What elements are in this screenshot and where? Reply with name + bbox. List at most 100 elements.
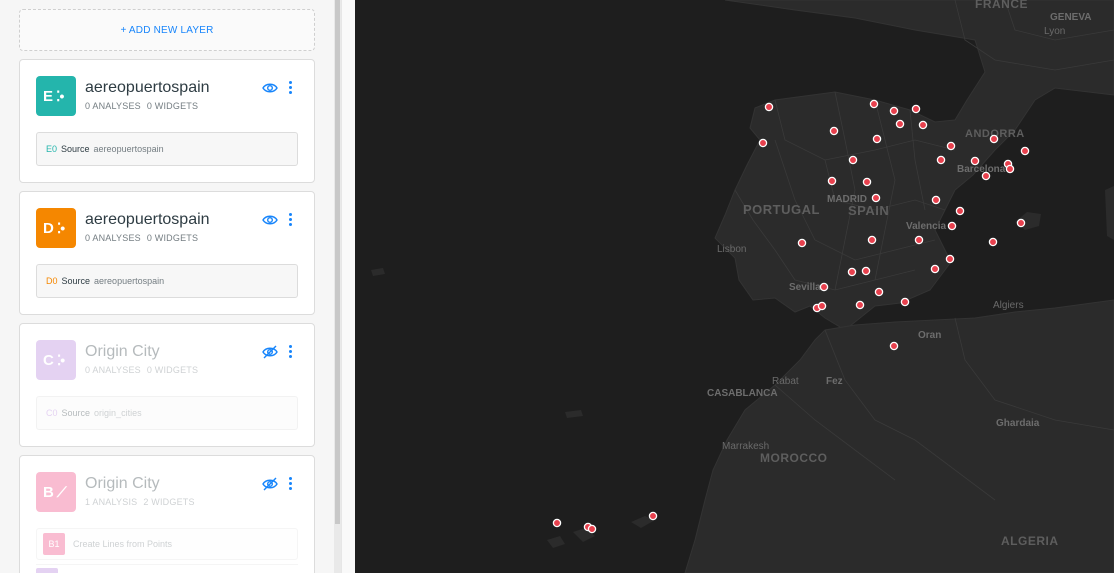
land-europe xyxy=(714,0,1114,331)
airport-point[interactable] xyxy=(946,141,956,151)
node-id: E0 xyxy=(46,144,58,154)
airport-point[interactable] xyxy=(914,235,924,245)
point-layer-icon: ⁚• xyxy=(56,87,64,104)
layer-options-icon[interactable] xyxy=(286,476,294,492)
layer-options-icon[interactable] xyxy=(286,80,294,96)
eye-icon[interactable] xyxy=(262,81,278,95)
airport-point[interactable] xyxy=(872,134,882,144)
layer-badge: D ⁚• xyxy=(36,208,76,248)
map-label-fez: Fez xyxy=(826,376,843,387)
map-label-france: FRANCE xyxy=(975,0,1028,11)
airport-point[interactable] xyxy=(930,264,940,274)
source-name: origin_cities xyxy=(94,408,142,418)
airport-point[interactable] xyxy=(988,237,998,247)
layer-card-d[interactable]: D ⁚• aereopuertospain 0 ANALYSES 0 WIDGET… xyxy=(19,191,315,315)
map-label-barcelona: Barcelona xyxy=(957,164,1006,175)
layer-badge: E ⁚• xyxy=(36,76,76,116)
airport-point[interactable] xyxy=(758,138,768,148)
analysis-node[interactable]: B1 Create Lines from Points xyxy=(36,528,298,560)
airport-point[interactable] xyxy=(1016,218,1026,228)
basemap: FRANCE GENEVA Lyon ANDORRA Barcelona POR… xyxy=(371,0,1114,573)
source-name: aereopuertospain xyxy=(94,276,165,286)
widgets-count: 2 WIDGETS xyxy=(143,497,195,507)
layer-card-b[interactable]: B ⟋ Origin City 1 ANALYSIS 2 WIDGETS B1 C… xyxy=(19,455,315,573)
map-label-valencia: Valencia xyxy=(906,221,946,232)
panel-divider[interactable] xyxy=(341,0,355,573)
airport-point[interactable] xyxy=(889,341,899,351)
analysis-label: Create Lines from Points xyxy=(73,539,173,549)
widgets-count: 0 WIDGETS xyxy=(146,365,199,375)
airport-point[interactable] xyxy=(867,235,877,245)
analyses-count: 0 ANALYSES xyxy=(85,233,141,243)
airport-point[interactable] xyxy=(874,287,884,297)
layer-title[interactable]: Origin City xyxy=(85,343,160,361)
airport-point[interactable] xyxy=(847,267,857,277)
airport-point[interactable] xyxy=(911,104,921,114)
eye-off-icon[interactable] xyxy=(262,477,278,491)
airport-point[interactable] xyxy=(861,266,871,276)
layer-card-e[interactable]: E ⁚• aereopuertospain 0 ANALYSES 0 WIDGET… xyxy=(19,59,315,183)
airport-point[interactable] xyxy=(889,106,899,116)
line-layer-icon: ⟋ xyxy=(56,483,67,500)
layer-stats: 0 ANALYSES 0 WIDGETS xyxy=(85,365,198,375)
map-label-lisbon: Lisbon xyxy=(717,244,746,255)
airport-point[interactable] xyxy=(819,282,829,292)
layer-options-icon[interactable] xyxy=(286,212,294,228)
airport-point[interactable] xyxy=(918,120,928,130)
airport-point[interactable] xyxy=(945,254,955,264)
map-label-sevilla: Sevilla xyxy=(789,282,821,293)
airport-point[interactable] xyxy=(970,156,980,166)
source-node[interactable]: C0 Source origin_cities xyxy=(36,396,298,430)
layer-stats: 0 ANALYSES 0 WIDGETS xyxy=(85,233,198,243)
widgets-count: 0 WIDGETS xyxy=(146,101,199,111)
next-analysis-node xyxy=(36,564,298,573)
layer-badge: B ⟋ xyxy=(36,472,76,512)
add-new-layer-button[interactable]: + ADD NEW LAYER xyxy=(19,9,315,51)
eye-icon[interactable] xyxy=(262,213,278,227)
airport-point[interactable] xyxy=(989,134,999,144)
airport-point[interactable] xyxy=(764,102,774,112)
sidebar-scrollbar[interactable] xyxy=(334,0,341,573)
airport-point[interactable] xyxy=(797,238,807,248)
layer-badge: C ⁚• xyxy=(36,340,76,380)
layer-options-icon[interactable] xyxy=(286,344,294,360)
layer-letter: B xyxy=(43,483,54,501)
airport-point[interactable] xyxy=(829,126,839,136)
layer-letter: D xyxy=(43,219,54,237)
layer-card-c[interactable]: C ⁚• Origin City 0 ANALYSES 0 WIDGETS C0 … xyxy=(19,323,315,447)
layer-title[interactable]: aereopuertospain xyxy=(85,79,210,97)
source-node[interactable]: D0 Source aereopuertospain xyxy=(36,264,298,298)
layer-title[interactable]: Origin City xyxy=(85,475,160,493)
airport-point[interactable] xyxy=(862,177,872,187)
airport-point[interactable] xyxy=(871,193,881,203)
source-node[interactable]: E0 Source aereopuertospain xyxy=(36,132,298,166)
sidebar-scroll-thumb[interactable] xyxy=(335,0,340,524)
airport-point[interactable] xyxy=(848,155,858,165)
airport-point[interactable] xyxy=(947,221,957,231)
airport-point[interactable] xyxy=(552,518,562,528)
airport-point[interactable] xyxy=(1020,146,1030,156)
analyses-count: 1 ANALYSIS xyxy=(85,497,138,507)
airport-point[interactable] xyxy=(827,176,837,186)
widgets-count: 0 WIDGETS xyxy=(146,233,199,243)
airport-point[interactable] xyxy=(869,99,879,109)
airport-point[interactable] xyxy=(931,195,941,205)
layer-letter: E xyxy=(43,87,54,105)
eye-off-icon[interactable] xyxy=(262,345,278,359)
land-canaries xyxy=(547,516,655,548)
airport-point[interactable] xyxy=(817,301,827,311)
layer-title[interactable]: aereopuertospain xyxy=(85,211,210,229)
airport-point[interactable] xyxy=(981,171,991,181)
airport-point[interactable] xyxy=(895,119,905,129)
airport-point[interactable] xyxy=(855,300,865,310)
source-word: Source xyxy=(61,408,91,418)
map-canvas[interactable]: FRANCE GENEVA Lyon ANDORRA Barcelona POR… xyxy=(355,0,1114,573)
airport-point[interactable] xyxy=(900,297,910,307)
map-label-lyon: Lyon xyxy=(1044,26,1065,37)
airport-point[interactable] xyxy=(648,511,658,521)
airport-point[interactable] xyxy=(1005,164,1015,174)
airport-point[interactable] xyxy=(955,206,965,216)
airport-point[interactable] xyxy=(936,155,946,165)
app-window: + ADD NEW LAYER E ⁚• aereopuertospain 0 … xyxy=(0,0,1114,573)
airport-point[interactable] xyxy=(587,524,597,534)
